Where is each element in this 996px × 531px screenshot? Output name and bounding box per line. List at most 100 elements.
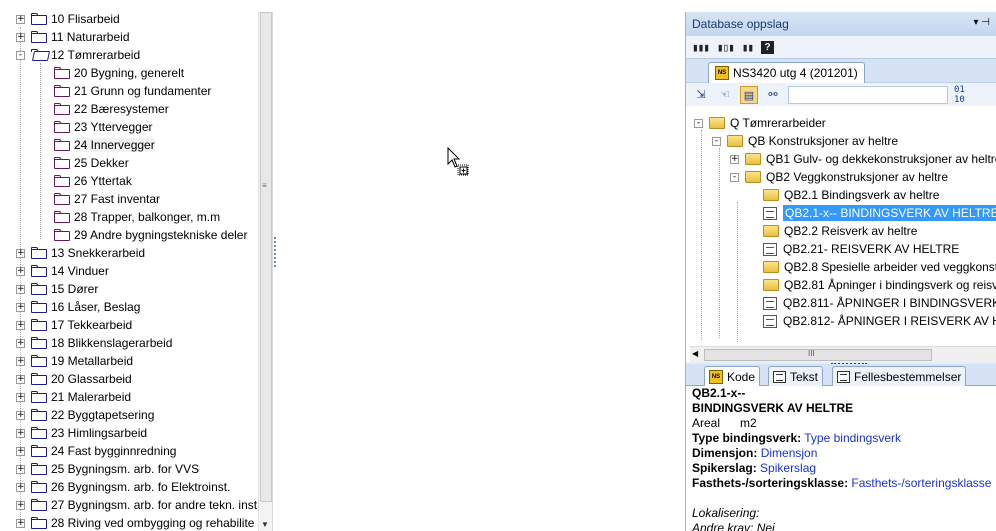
folder-icon xyxy=(31,355,47,367)
code-tree-item[interactable]: QB2.1 Bindingsverk av heltre xyxy=(748,186,939,204)
tree-item[interactable]: +13 Snekkerarbeid xyxy=(16,244,145,262)
code-tree-item[interactable]: QB2.81 Åpninger i bindingsverk og reisve… xyxy=(748,276,996,294)
tree-item[interactable]: +25 Bygningsm. arb. for VVS xyxy=(16,460,199,478)
code-tree-item[interactable]: QB2.2 Reisverk av heltre xyxy=(748,222,917,240)
expand-icon[interactable]: + xyxy=(730,154,739,164)
scroll-left-arrow-icon[interactable]: ◀ xyxy=(692,349,698,358)
code-tree-item[interactable]: - Q Tømrerarbeider xyxy=(694,114,826,132)
field-value-link[interactable]: Dimensjon xyxy=(761,446,818,460)
tree-item[interactable]: 20 Bygning, generelt xyxy=(54,64,184,82)
expand-icon[interactable]: + xyxy=(16,392,25,402)
code-tree-item[interactable]: QB2.8 Spesielle arbeider ved veggkonstru… xyxy=(748,258,996,276)
code-tree-item[interactable]: QB2.811- ÅPNINGER I BINDINGSVERK AV HELT… xyxy=(748,294,996,312)
tree-scrollbar[interactable]: ≡ ▼ xyxy=(258,12,272,531)
code-tree-item[interactable]: - QB Konstruksjoner av heltre xyxy=(712,132,898,150)
tab-tekst[interactable]: Tekst xyxy=(768,366,824,386)
collapse-all-icon[interactable]: ▮▯▮ xyxy=(717,41,735,54)
andre-krav-label: Andre krav: Nei xyxy=(692,521,775,531)
tree-item[interactable]: 22 Bæresystemer xyxy=(54,100,169,118)
expand-icon[interactable]: + xyxy=(16,14,25,24)
code-tree[interactable]: -Q Tømrerarbeider - QB Konstruksjoner av h… xyxy=(690,112,996,346)
code-tree-item-label: Q Tømrerarbeider xyxy=(730,116,826,130)
tree-item[interactable]: 24 Innervegger xyxy=(54,136,155,154)
tree-item[interactable]: +17 Tekkearbeid xyxy=(16,316,132,334)
expand-icon[interactable]: + xyxy=(16,248,25,258)
expand-icon[interactable]: + xyxy=(16,500,25,510)
tree-item[interactable]: 27 Fast inventar xyxy=(54,190,160,208)
tree-item-label: 20 Glassarbeid xyxy=(51,372,132,386)
tree-item[interactable]: +16 Låser, Beslag xyxy=(16,298,140,316)
code-tree-item[interactable]: QB2.812- ÅPNINGER I REISVERK AV HELTRE xyxy=(748,312,996,330)
scrollbar-thumb[interactable] xyxy=(260,12,272,502)
expand-all-icon[interactable]: ▮▮▮ xyxy=(692,41,710,54)
code-tree-item[interactable]: + QB1 Gulv- og dekkekonstruksjoner av hel… xyxy=(730,150,996,168)
tree-item[interactable]: +19 Metallarbeid xyxy=(16,352,133,370)
code-tree-hscrollbar[interactable]: ◀ III xyxy=(690,346,996,362)
tree-item[interactable]: +20 Glassarbeid xyxy=(16,370,132,388)
toggle-icon[interactable]: ▮▮ xyxy=(742,41,754,54)
field-key: Spikerslag: xyxy=(692,461,757,475)
tree-item[interactable]: +24 Fast bygginnredning xyxy=(16,442,176,460)
tree-item[interactable]: +26 Bygningsm. arb. fo Elektroinst. xyxy=(16,478,230,496)
tree-item[interactable]: +14 Vinduer xyxy=(16,262,109,280)
field-value-link[interactable]: Type bindingsverk xyxy=(804,431,901,445)
tree-item[interactable]: 25 Dekker xyxy=(54,154,129,172)
expand-icon[interactable]: + xyxy=(16,410,25,420)
field-value-link[interactable]: Spikerslag xyxy=(760,461,816,475)
tree-item[interactable]: +22 Byggtapetsering xyxy=(16,406,154,424)
tree-item[interactable]: 26 Yttertak xyxy=(54,172,132,190)
tree-item[interactable]: - 12 Tømrerarbeid xyxy=(16,46,140,64)
expand-icon[interactable]: + xyxy=(16,464,25,474)
tree-item[interactable]: +11 Naturarbeid xyxy=(16,28,130,46)
expand-icon[interactable]: + xyxy=(16,374,25,384)
expand-icon[interactable]: + xyxy=(16,266,25,276)
collapse-icon[interactable]: - xyxy=(16,50,25,60)
tree-item[interactable]: +18 Blikkenslagerarbeid xyxy=(16,334,172,352)
expand-icon[interactable]: + xyxy=(16,446,25,456)
expand-icon[interactable]: + xyxy=(16,482,25,492)
binoculars-icon[interactable]: ⚯ xyxy=(764,86,782,104)
tree-item[interactable]: 28 Trapper, balkonger, m.m xyxy=(54,208,220,226)
expand-icon[interactable]: + xyxy=(16,518,25,528)
code-tree-item[interactable]: - QB2 Veggkonstruksjoner av heltre xyxy=(730,168,948,186)
tab-fellesbestemmelser[interactable]: Fellesbestemmelser xyxy=(832,366,967,386)
tree-item[interactable]: +28 Riving ved ombygging og rehabilite xyxy=(16,514,254,531)
detail-fields: Type bindingsverk: Type bindingsverk Dime… xyxy=(692,431,996,491)
tree-item[interactable]: +10 Flisarbeid xyxy=(16,10,120,28)
tree-item[interactable]: +23 Himlingsarbeid xyxy=(16,424,147,442)
tab-ns3420[interactable]: NS NS3420 utg 4 (201201) xyxy=(708,62,865,83)
expand-icon[interactable]: + xyxy=(16,284,25,294)
tree-item[interactable]: +21 Malerarbeid xyxy=(16,388,131,406)
field-value-link[interactable]: Fasthets-/sorteringsklasse xyxy=(851,476,991,490)
collapse-icon[interactable]: - xyxy=(694,118,703,128)
expand-icon[interactable]: + xyxy=(16,302,25,312)
expand-icon[interactable]: + xyxy=(16,32,25,42)
tree-item[interactable]: +27 Bygningsm. arb. for andre tekn. inst xyxy=(16,496,257,514)
project-tree[interactable]: +10 Flisarbeid +11 Naturarbeid -12 Tømrera… xyxy=(0,0,258,531)
tree-view-icon[interactable]: ▤ xyxy=(740,85,758,104)
panel-pin-icon[interactable]: ▾ ⊣ xyxy=(973,17,990,31)
code-tree-item[interactable]: QB2.1-x-- BINDINGSVERK AV HELTRE xyxy=(748,204,996,222)
search-input[interactable] xyxy=(788,85,948,104)
tree-item[interactable]: +15 Dører xyxy=(16,280,98,298)
tab-kode[interactable]: NS Kode xyxy=(704,366,761,386)
scroll-down-arrow-icon[interactable]: ▼ xyxy=(261,520,269,529)
expand-icon[interactable]: + xyxy=(16,356,25,366)
expand-icon[interactable]: + xyxy=(16,338,25,348)
scrollbar-thumb[interactable] xyxy=(704,349,932,361)
tree-item[interactable]: 21 Grunn og fundamenter xyxy=(54,82,211,100)
code-tree-item[interactable]: QB2.21- REISVERK AV HELTRE xyxy=(748,240,959,258)
folder-icon xyxy=(31,13,47,25)
tree-item[interactable]: 29 Andre bygningstekniske deler xyxy=(54,226,247,244)
collapse-icon[interactable]: - xyxy=(712,136,721,146)
collapse-icon[interactable]: - xyxy=(730,172,739,182)
pane-splitter[interactable] xyxy=(272,12,277,531)
field-key: Type bindingsverk: xyxy=(692,431,802,445)
insert-icon[interactable]: ⇲ xyxy=(692,86,710,104)
expand-icon[interactable]: + xyxy=(16,320,25,330)
help-icon[interactable]: ? xyxy=(761,40,774,54)
hand-icon[interactable]: ☜ xyxy=(716,86,734,104)
tree-item[interactable]: 23 Yttervegger xyxy=(54,118,153,136)
expand-icon[interactable]: + xyxy=(16,428,25,438)
binary-icon[interactable]: 01 10 xyxy=(954,85,965,105)
